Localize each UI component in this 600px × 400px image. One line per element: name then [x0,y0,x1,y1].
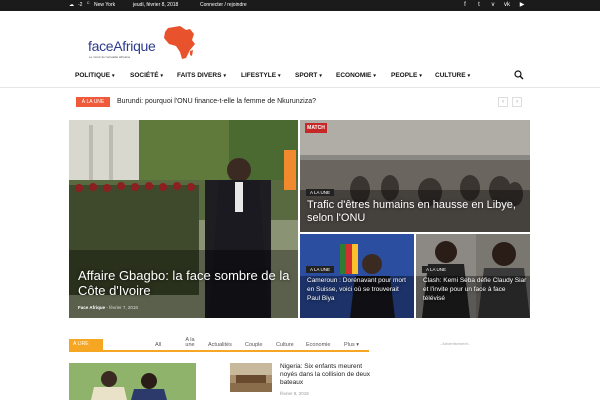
nav-item-culture[interactable]: CULTURE ▾ [435,72,470,79]
featured-top-right-category[interactable]: A LA UNE [306,189,335,196]
featured-main-author[interactable]: Face Afrique [78,305,105,310]
block-tab-economie[interactable]: Economie [306,342,330,348]
featured-bottom-right-post[interactable]: A LA UNE Clash: Kemi Seba défie Claudy S… [416,234,530,318]
chevron-down-icon: ▾ [160,73,164,79]
block-tab-a-la-une[interactable]: A la une [184,337,196,348]
block-label: A LIRE [69,339,103,350]
news-ticker: À LA UNE Burundi: pourquoi l'ONU finance… [76,96,524,108]
weather-unit: C [87,1,90,5]
weather-temperature: -2 [78,2,83,8]
block-big-post-photo [69,363,196,400]
block-list-post-title[interactable]: Nigeria: Six enfants meurent noyés dans … [280,363,370,387]
vimeo-icon[interactable]: v [489,2,497,9]
chevron-down-icon: ▾ [112,73,115,79]
main-navigation: POLITIQUE ▾ SOCIÉTÉ ▾ FAITS DIVERS ▾ LIFEST… [69,68,529,85]
current-date: jeudi, février 8, 2018 [133,2,179,8]
featured-bottom-right-category[interactable]: A LA UNE [422,266,451,273]
nav-divider [0,87,600,88]
featured-main-date: février 7, 2018 [109,305,138,310]
advertisement-label: - Advertisement - [440,341,471,346]
featured-main-title[interactable]: Affaire Gbagbo: la face sombre de la Côt… [78,268,293,298]
ticker-headline[interactable]: Burundi: pourquoi l'ONU finance-t-elle l… [117,97,316,107]
chevron-down-icon: ▾ [419,73,422,79]
ticker-badge: À LA UNE [76,97,110,107]
ticker-prev-button[interactable]: ‹ [498,97,508,107]
logo-tagline: Le miroir de l'actualité africaine [89,55,131,59]
weather-city: New York [94,2,116,8]
chevron-down-icon: ▾ [467,73,471,79]
facebook-icon[interactable]: f [461,2,469,9]
chevron-down-icon: ▾ [373,73,376,79]
block-tab-actualites[interactable]: Actualités [208,342,232,348]
featured-bottom-right-title[interactable]: Clash: Kemi Seba défie Claudy Siar et l'… [423,276,527,303]
search-icon[interactable] [514,70,524,80]
chevron-down-icon: ▾ [356,342,359,348]
weather-icon: ☁ [69,2,74,8]
featured-bottom-left-title[interactable]: Cameroun : Dorénavant pour mort en Suiss… [307,276,407,303]
logo-wordmark: faceAfrique [88,38,156,54]
nav-item-economie[interactable]: ECONOMIE ▾ [336,72,376,79]
nav-item-societe[interactable]: SOCIÉTÉ ▾ [130,72,163,79]
block-tab-couple[interactable]: Couple [245,342,262,348]
chevron-down-icon: ▾ [278,73,281,79]
vk-icon[interactable]: vk [503,2,511,9]
block-tab-culture[interactable]: Culture [276,342,294,348]
block-header: A LIRE All A la une Actualités Couple Cu… [69,337,369,352]
nav-item-faits-divers[interactable]: FAITS DIVERS ▾ [177,72,226,79]
ticker-next-button[interactable]: › [512,97,522,107]
block-list-post-date: février 8, 2018 [280,391,309,396]
login-link[interactable]: Connecter / rejoindre [200,2,247,9]
nav-item-people[interactable]: PEOPLE ▾ [391,72,422,79]
nav-item-lifestyle[interactable]: LIFESTYLE ▾ [241,72,281,79]
africa-map-icon [164,26,195,59]
featured-main-post[interactable]: Affaire Gbagbo: la face sombre de la Côt… [69,120,298,318]
block-list-post-image [230,363,272,392]
block-big-post-image[interactable] [69,363,196,400]
site-logo[interactable]: faceAfrique Le miroir de l'actualité afr… [88,22,203,66]
block-tab-more[interactable]: Plus ▾ [344,342,359,348]
chevron-down-icon: ▾ [223,73,226,79]
top-bar: ☁ -2 C New York jeudi, février 8, 2018 C… [0,0,600,11]
featured-bottom-left-category[interactable]: A LA UNE [306,266,335,273]
block-tab-all[interactable]: All [155,342,161,348]
twitter-icon[interactable]: t [475,2,483,9]
youtube-icon[interactable]: ▶ [518,2,526,9]
chevron-down-icon: ▾ [319,73,322,79]
nav-item-politique[interactable]: POLITIQUE ▾ [75,72,115,79]
featured-main-meta: Face Afrique - février 7, 2018 [78,305,138,310]
featured-top-right-title[interactable]: Trafic d'êtres humains en hausse en Liby… [307,199,527,225]
featured-top-right-post[interactable]: MATCH A LA UNE Trafic d'êtres humains en… [300,120,530,232]
featured-bottom-left-post[interactable]: A LA UNE Cameroun : Dorénavant pour mort… [300,234,414,318]
paris-match-logo: MATCH [305,123,327,133]
nav-item-sport[interactable]: SPORT ▾ [295,72,322,79]
